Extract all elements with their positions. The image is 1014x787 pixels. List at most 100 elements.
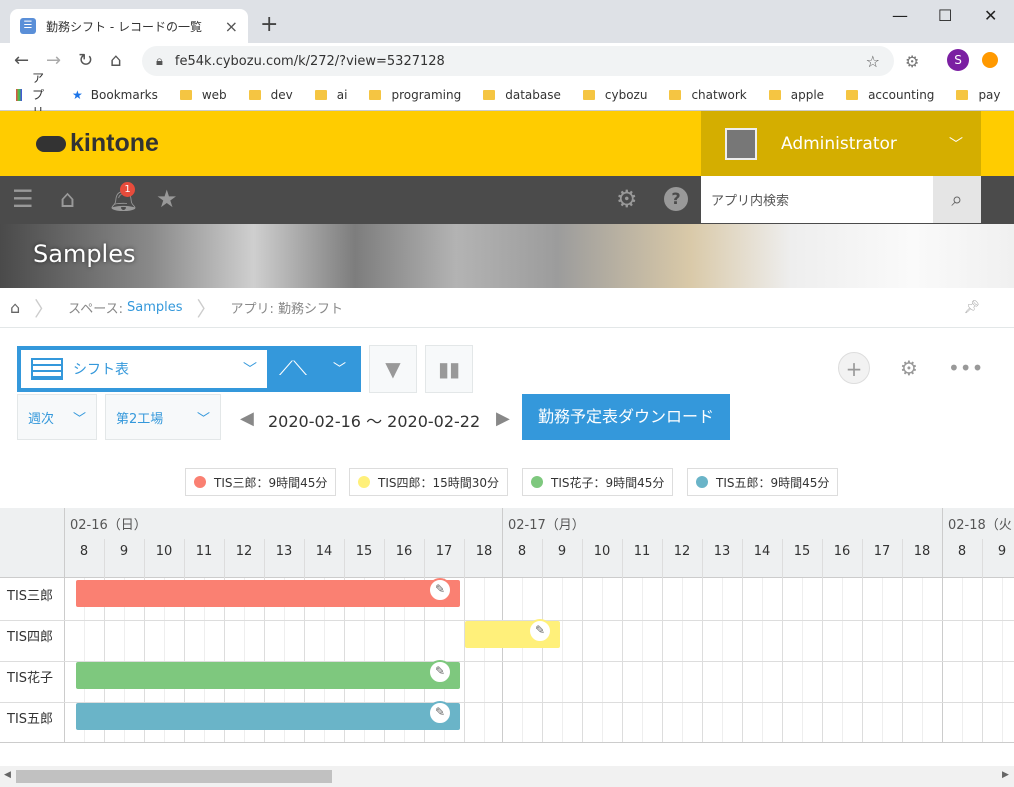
bookmark-folder[interactable]: accounting [846,88,934,102]
legend-item: TIS花子：9時間45分 [522,468,674,496]
bookmark-folder[interactable]: chatwork [669,88,747,102]
breadcrumb-separator: 〉 [196,297,217,321]
folder-icon [248,89,261,100]
folder-icon [179,89,192,100]
row-name: TIS花子 [7,671,54,686]
prev-week-icon[interactable]: ◀ [240,408,254,429]
reload-icon[interactable]: ↻ [78,50,93,71]
bookmark-folder[interactable]: dev [248,88,293,102]
app-settings-gear-icon[interactable]: ⚙ [893,352,925,384]
breadcrumb: ⌂ 〉 スペース: Samples 〉 アプリ: 勤務シフト 📌︎ [0,288,1014,328]
bookmark-folder[interactable]: pay [956,88,1001,102]
download-schedule-button[interactable]: 勤務予定表ダウンロード [522,394,730,440]
back-icon[interactable]: ← [14,50,29,71]
half-hour-gridline [682,578,683,742]
bookmark-folder[interactable]: cybozu [582,88,647,102]
more-options-icon[interactable]: ••• [948,352,983,384]
hour-label: 8 [517,544,527,559]
settings-gear-icon[interactable]: ⚙ [616,185,638,213]
hour-gridline [662,539,663,742]
hour-label: 9 [997,544,1007,559]
hour-label: 9 [119,544,129,559]
bookmark-folder[interactable]: programing [369,88,461,102]
shift-bar[interactable] [76,580,460,607]
address-bar[interactable]: 🔒︎ fe54k.cybozu.com/k/272/?view=5327128 … [142,46,894,76]
close-window-icon[interactable]: ✕ [984,6,997,25]
app-favicon-icon: ☰ [20,18,36,34]
bookmark-folder[interactable]: apple [768,88,824,102]
breadcrumb-space-link[interactable]: Samples [127,300,183,315]
view-dropdown[interactable]: シフト表 ﹀ [21,350,267,388]
bookmark-bookmarks[interactable]: ★ Bookmarks [72,88,158,102]
home-icon[interactable]: ⌂ [110,50,121,71]
scrollbar-thumb[interactable] [16,770,332,783]
shift-bar[interactable] [76,703,460,730]
half-hour-gridline [762,578,763,742]
space-banner [0,224,1014,288]
chevron-down-icon: ﹀ [196,411,210,427]
scroll-right-icon[interactable]: ▶ [1002,770,1009,780]
home-icon[interactable]: ⌂ [60,185,75,213]
app-search-input[interactable]: アプリ内検索 [701,176,933,223]
edit-pencil-icon[interactable]: ✎ [528,619,552,643]
folder-icon [483,89,496,100]
help-icon[interactable]: ? [664,187,688,211]
breadcrumb-app: アプリ: 勤務シフト [230,302,344,317]
pin-icon[interactable]: 📌︎ [963,300,980,315]
edit-pencil-icon[interactable]: ✎ [428,701,452,725]
hour-gridline [862,539,863,742]
extension-icon[interactable]: ⚙ [905,52,919,71]
kintone-logo[interactable]: kintone [36,129,159,158]
half-hour-gridline [602,578,603,742]
hour-label: 16 [395,544,413,559]
hour-label: 15 [793,544,811,559]
chart-icon[interactable]: ▮▮ [425,345,473,393]
hour-label: 13 [275,544,293,559]
notification-badge: 1 [120,182,135,197]
home-icon[interactable]: ⌂ [10,298,20,317]
edit-pencil-icon[interactable]: ✎ [428,660,452,684]
user-menu[interactable]: Administrator ﹀ [701,111,981,176]
hour-label: 14 [753,544,771,559]
shift-bar[interactable] [76,662,460,689]
filter-icon[interactable]: ▼ [369,345,417,393]
maximize-icon[interactable]: ☐ [938,6,952,25]
breadcrumb-space-prefix: スペース: [68,302,123,317]
bookmark-star-icon[interactable]: ☆ [866,52,880,71]
view-selector[interactable]: シフト表 ﹀ ⟋⟍ ﹀ [17,346,361,392]
hour-label: 10 [593,544,611,559]
bookmark-folder[interactable]: ai [314,88,347,102]
hour-gridline [742,539,743,742]
next-week-icon[interactable]: ▶ [496,408,510,429]
legend-item: TIS四郎：15時間30分 [349,468,509,496]
hour-label: 12 [673,544,691,559]
period-select[interactable]: 週次 ﹀ [17,394,97,440]
profile-avatar[interactable]: S [947,49,969,71]
graph-icon[interactable]: ⟋⟍ [279,356,307,380]
browser-tab[interactable]: ☰ 勤務シフト - レコードの一覧 × [10,9,248,43]
hour-label: 9 [557,544,567,559]
forward-icon[interactable]: → [46,50,61,71]
hour-label: 17 [873,544,891,559]
legend-dot [358,476,370,488]
scroll-left-icon[interactable]: ◀ [4,770,11,780]
cloud-logo-icon [36,136,66,153]
folder-icon [369,89,382,100]
new-tab-icon[interactable]: + [260,12,278,37]
apps-grid-icon [16,88,22,101]
row-divider [0,742,1014,743]
bookmark-folder[interactable]: database [483,88,561,102]
edit-pencil-icon[interactable]: ✎ [428,578,452,602]
bookmark-folder[interactable]: web [179,88,227,102]
update-icon[interactable] [982,52,998,68]
location-select[interactable]: 第2工場 ﹀ [105,394,221,440]
menu-icon[interactable]: ☰ [12,185,34,213]
add-record-icon[interactable]: + [838,352,870,384]
minimize-icon[interactable]: — [892,6,908,25]
favorites-star-icon[interactable]: ★ [156,185,178,213]
url-text: fe54k.cybozu.com/k/272/?view=5327128 [174,53,445,69]
search-icon[interactable]: ⌕ [933,176,981,223]
close-tab-icon[interactable]: × [225,17,238,36]
hour-label: 12 [235,544,253,559]
hour-label: 11 [633,544,651,559]
